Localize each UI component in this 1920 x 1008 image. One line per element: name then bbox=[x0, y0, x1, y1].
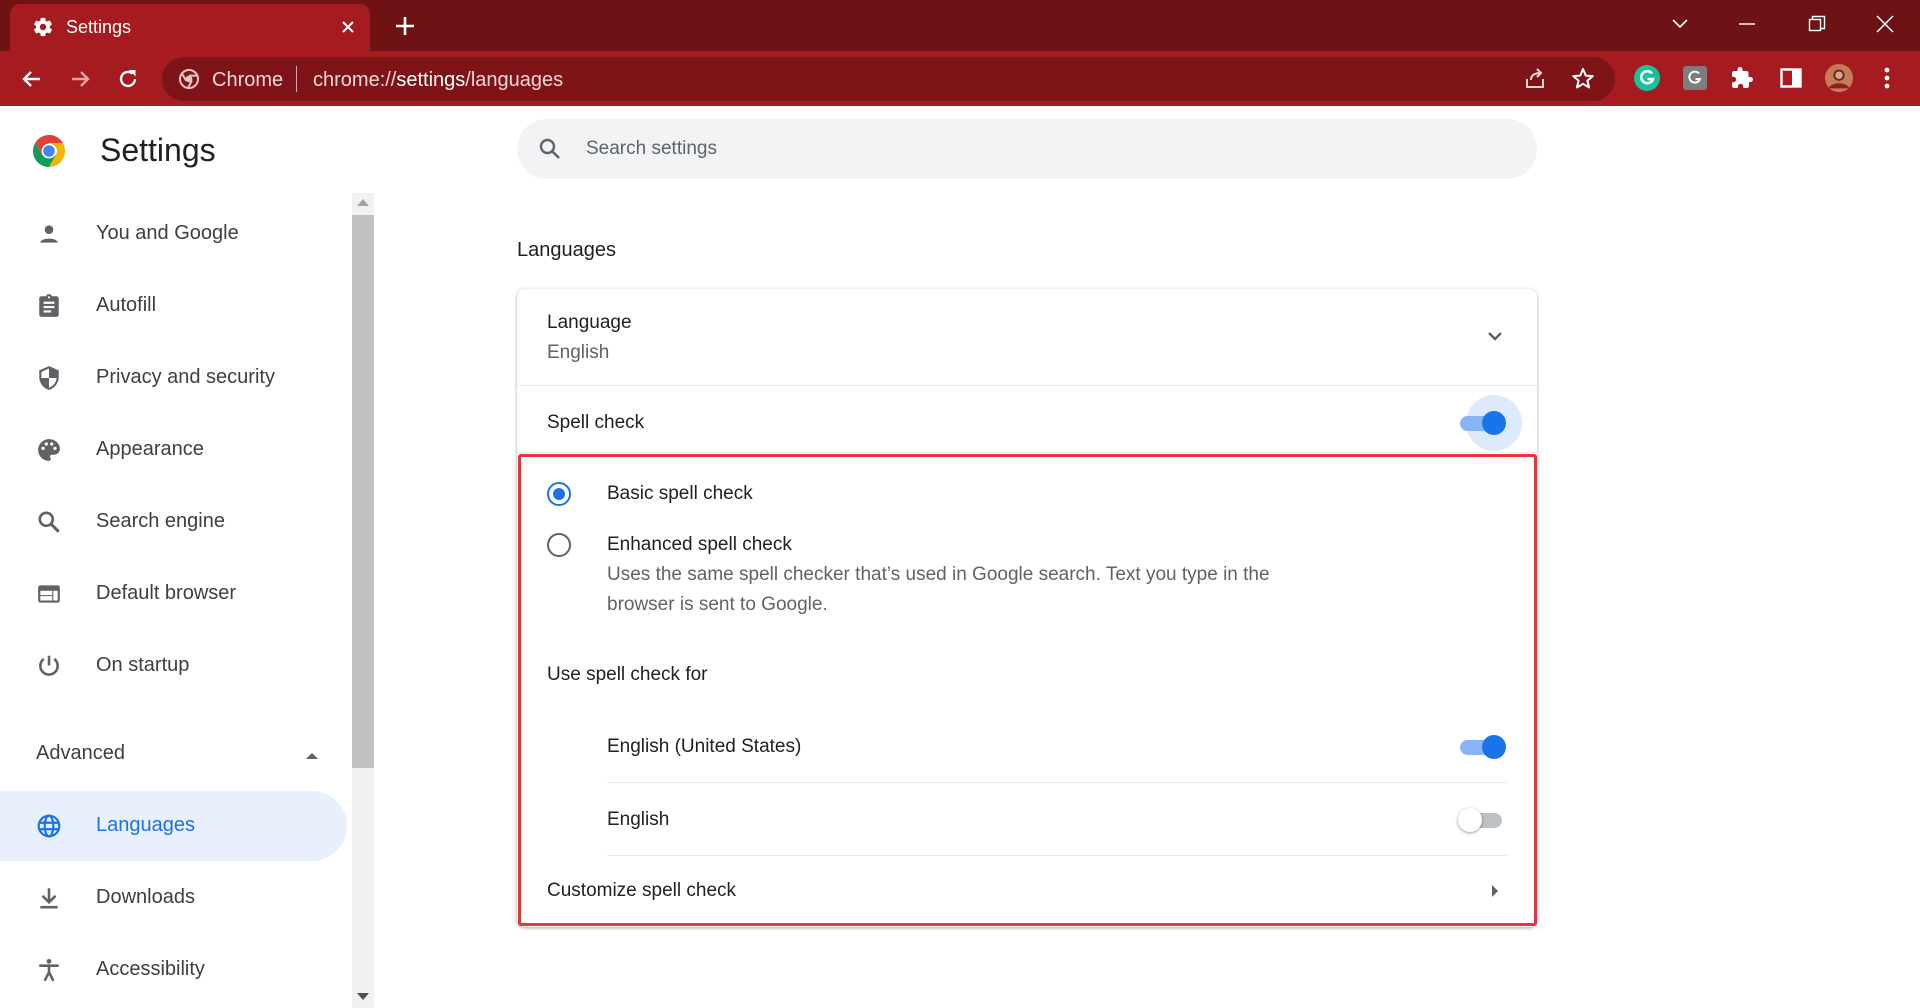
enhanced-spell-check-description: browser is sent to Google. bbox=[607, 594, 828, 615]
power-icon bbox=[36, 653, 62, 679]
basic-spell-check-radio[interactable] bbox=[547, 482, 571, 506]
sidebar-scrollbar[interactable] bbox=[352, 193, 374, 1008]
divider bbox=[517, 385, 1537, 386]
sidebar-item-privacy-and-security[interactable]: Privacy and security bbox=[0, 343, 347, 413]
tab-search-icon[interactable] bbox=[1655, 6, 1705, 42]
customize-spell-check-row[interactable]: Customize spell check bbox=[517, 857, 1537, 923]
extension-g-icon[interactable] bbox=[1680, 63, 1710, 93]
scrollbar-thumb[interactable] bbox=[352, 215, 374, 768]
gear-icon bbox=[32, 16, 54, 38]
new-tab-button[interactable] bbox=[390, 11, 420, 41]
browser-toolbar: Chrome chrome://settings/languages bbox=[0, 51, 1920, 106]
accessibility-icon bbox=[36, 957, 62, 983]
url-text[interactable]: chrome://settings/languages bbox=[313, 69, 563, 92]
url-separator bbox=[296, 66, 297, 92]
scroll-down-arrow-icon[interactable] bbox=[357, 993, 369, 1000]
share-icon[interactable] bbox=[1522, 66, 1548, 92]
basic-spell-check-label[interactable]: Basic spell check bbox=[607, 483, 753, 505]
language-en-us-label: English (United States) bbox=[607, 736, 802, 757]
spell-check-toggle[interactable] bbox=[1460, 411, 1506, 435]
scroll-up-arrow-icon[interactable] bbox=[357, 199, 369, 206]
tab-close-icon[interactable] bbox=[336, 15, 360, 39]
restore-button[interactable] bbox=[1792, 6, 1842, 42]
tab-settings[interactable]: Settings bbox=[10, 4, 370, 51]
enhanced-spell-check-description: Uses the same spell checker that’s used … bbox=[607, 564, 1270, 585]
extensions-puzzle-icon[interactable] bbox=[1728, 63, 1758, 93]
use-spell-check-for-label: Use spell check for bbox=[547, 664, 708, 685]
language-en-label: English bbox=[607, 809, 670, 830]
section-title: Languages bbox=[517, 239, 616, 261]
sidebar-item-autofill[interactable]: Autofill bbox=[0, 271, 347, 341]
person-icon bbox=[36, 221, 62, 247]
enhanced-spell-check-label[interactable]: Enhanced spell check bbox=[607, 534, 792, 556]
advanced-section-toggle[interactable]: Advanced bbox=[36, 742, 125, 765]
sidebar-item-on-startup[interactable]: On startup bbox=[0, 631, 347, 701]
search-icon bbox=[537, 136, 563, 162]
tab-title: Settings bbox=[66, 17, 132, 37]
site-name: Chrome bbox=[212, 69, 284, 91]
sidebar-item-downloads[interactable]: Downloads bbox=[0, 863, 347, 933]
browser-window-icon bbox=[36, 581, 62, 607]
divider bbox=[517, 452, 1537, 453]
bookmark-star-icon[interactable] bbox=[1570, 66, 1596, 92]
minimize-button[interactable] bbox=[1722, 6, 1772, 42]
chrome-icon bbox=[178, 68, 200, 90]
caret-right-icon[interactable] bbox=[1485, 881, 1505, 901]
clipboard-icon bbox=[36, 293, 62, 319]
side-panel-icon[interactable] bbox=[1776, 63, 1806, 93]
chrome-logo bbox=[31, 133, 67, 169]
more-menu-icon[interactable] bbox=[1872, 63, 1902, 93]
search-settings-input[interactable]: Search settings bbox=[517, 119, 1537, 179]
divider bbox=[607, 782, 1507, 783]
sidebar-item-search-engine[interactable]: Search engine bbox=[0, 487, 347, 557]
profile-avatar[interactable] bbox=[1824, 63, 1854, 93]
customize-spell-check-label: Customize spell check bbox=[547, 880, 737, 901]
languages-card: Language English Spell check Basic spell… bbox=[517, 289, 1537, 927]
sidebar-item-appearance[interactable]: Appearance bbox=[0, 415, 347, 485]
search-placeholder: Search settings bbox=[586, 138, 717, 159]
reload-button[interactable] bbox=[110, 61, 146, 97]
search-icon bbox=[36, 509, 62, 535]
sidebar-item-languages[interactable]: Languages bbox=[0, 791, 347, 861]
divider bbox=[607, 855, 1507, 856]
close-window-button[interactable] bbox=[1860, 6, 1910, 42]
address-bar[interactable]: Chrome chrome://settings/languages bbox=[162, 57, 1615, 101]
language-value: English bbox=[547, 342, 610, 363]
sidebar-item-you-and-google[interactable]: You and Google bbox=[0, 199, 347, 269]
language-row[interactable]: Language English bbox=[517, 289, 1537, 385]
shield-icon bbox=[36, 365, 62, 391]
grammarly-icon[interactable] bbox=[1632, 63, 1662, 93]
page-title: Settings bbox=[100, 132, 216, 168]
palette-icon bbox=[36, 437, 62, 463]
language-label: Language bbox=[547, 312, 632, 333]
download-icon bbox=[36, 885, 62, 911]
globe-icon bbox=[36, 813, 62, 839]
sidebar-item-default-browser[interactable]: Default browser bbox=[0, 559, 347, 629]
chevron-down-icon[interactable] bbox=[1483, 324, 1507, 348]
sidebar-item-accessibility[interactable]: Accessibility bbox=[0, 935, 347, 1005]
language-en-toggle[interactable] bbox=[1458, 808, 1504, 832]
caret-up-icon[interactable] bbox=[302, 748, 322, 764]
sidebar: You and Google Autofill Privacy and secu… bbox=[0, 193, 350, 1008]
back-button[interactable] bbox=[14, 61, 50, 97]
tab-strip: Settings bbox=[0, 0, 1920, 51]
forward-button[interactable] bbox=[62, 61, 98, 97]
language-en-us-toggle[interactable] bbox=[1460, 735, 1506, 759]
spell-check-label: Spell check bbox=[547, 412, 645, 433]
enhanced-spell-check-radio[interactable] bbox=[547, 533, 571, 557]
